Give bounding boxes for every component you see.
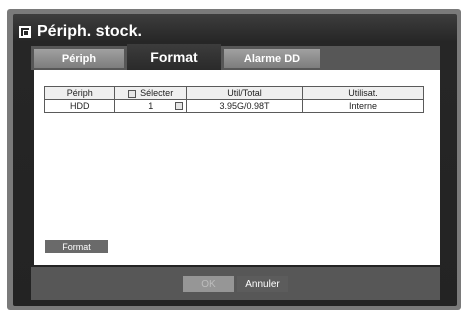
footer-bar: [31, 267, 440, 300]
tab-periph[interactable]: Périph: [34, 49, 124, 68]
table-header-row: Périph Sélecter Util/Total Utilisat.: [43, 86, 424, 100]
dialog-title: Périph. stock.: [37, 23, 142, 40]
header-select-label: Sélecter: [140, 88, 174, 98]
row-select-checkbox[interactable]: [174, 102, 183, 110]
cell-device: HDD: [43, 99, 116, 113]
storage-icon: [19, 26, 31, 38]
cell-select-number: 1: [148, 101, 154, 111]
tab-alarme-dd[interactable]: Alarme DD: [224, 49, 320, 68]
tab-format[interactable]: Format: [127, 44, 221, 70]
format-button[interactable]: Format: [45, 240, 108, 253]
header-select: Sélecter: [114, 86, 187, 100]
header-usage: Utilisat.: [302, 86, 424, 100]
header-util-total: Util/Total: [185, 86, 304, 100]
ok-button[interactable]: OK: [183, 276, 234, 292]
table-row[interactable]: HDD 1 3.95G/0.98T Interne: [43, 99, 424, 113]
select-all-checkbox[interactable]: [128, 89, 137, 98]
cell-select: 1: [114, 99, 187, 113]
header-periph: Périph: [43, 86, 116, 100]
cell-use: Interne: [302, 99, 424, 113]
cancel-button[interactable]: Annuler: [237, 276, 288, 292]
cell-usage-total: 3.95G/0.98T: [185, 99, 304, 113]
storage-table: Périph Sélecter Util/Total Utilisat. HDD…: [43, 86, 424, 113]
dialog-header: Périph. stock.: [19, 21, 142, 43]
